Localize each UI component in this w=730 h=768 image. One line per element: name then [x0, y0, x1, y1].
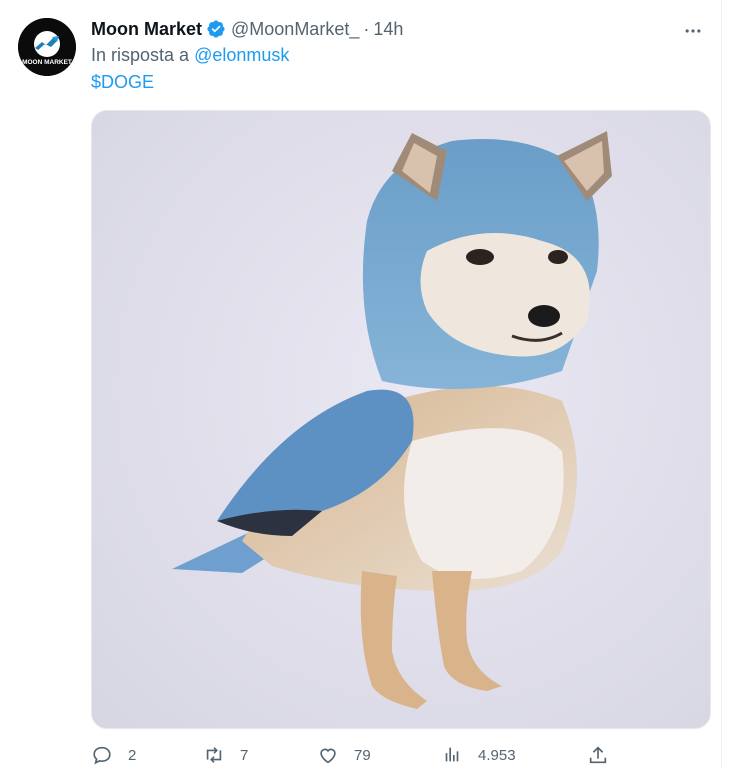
reply-prefix: In risposta a	[91, 45, 190, 65]
timestamp[interactable]: 14h	[373, 19, 403, 40]
doge-bird-image	[172, 131, 612, 709]
avatar[interactable]: MOON MARKET	[18, 18, 76, 76]
share-button[interactable]	[587, 744, 609, 766]
more-options-button[interactable]	[680, 18, 706, 44]
separator: ·	[363, 18, 370, 39]
cashtag-link[interactable]: $DOGE	[91, 72, 154, 93]
like-button[interactable]: 79	[317, 744, 371, 766]
retweet-icon	[206, 747, 222, 763]
timeline-border	[721, 0, 722, 768]
more-dots-icon	[685, 29, 701, 33]
share-icon	[589, 746, 607, 764]
retweet-button[interactable]: 7	[203, 744, 248, 766]
views-chart-icon	[445, 747, 459, 762]
views-count: 4.953	[478, 746, 516, 764]
reply-count: 2	[128, 746, 137, 764]
heart-icon	[320, 748, 336, 764]
avatar-text: MOON MARKET	[22, 59, 72, 66]
tweet-media[interactable]	[91, 110, 711, 729]
reply-icon	[93, 746, 111, 765]
reply-context: In risposta a @elonmusk	[91, 45, 289, 66]
retweet-count: 7	[240, 746, 249, 764]
tweet-actions: 2 7 79 4.953	[91, 744, 621, 766]
reply-button[interactable]: 2	[91, 744, 136, 766]
handle[interactable]: @MoonMarket_	[231, 19, 359, 40]
display-name[interactable]: Moon Market	[91, 19, 202, 40]
verified-badge-icon	[206, 19, 226, 39]
like-count: 79	[354, 746, 371, 764]
tweet-header: Moon Market @MoonMarket_ · 14h	[91, 16, 403, 42]
views-button[interactable]: 4.953	[441, 744, 516, 766]
reply-to-link[interactable]: @elonmusk	[194, 45, 289, 65]
